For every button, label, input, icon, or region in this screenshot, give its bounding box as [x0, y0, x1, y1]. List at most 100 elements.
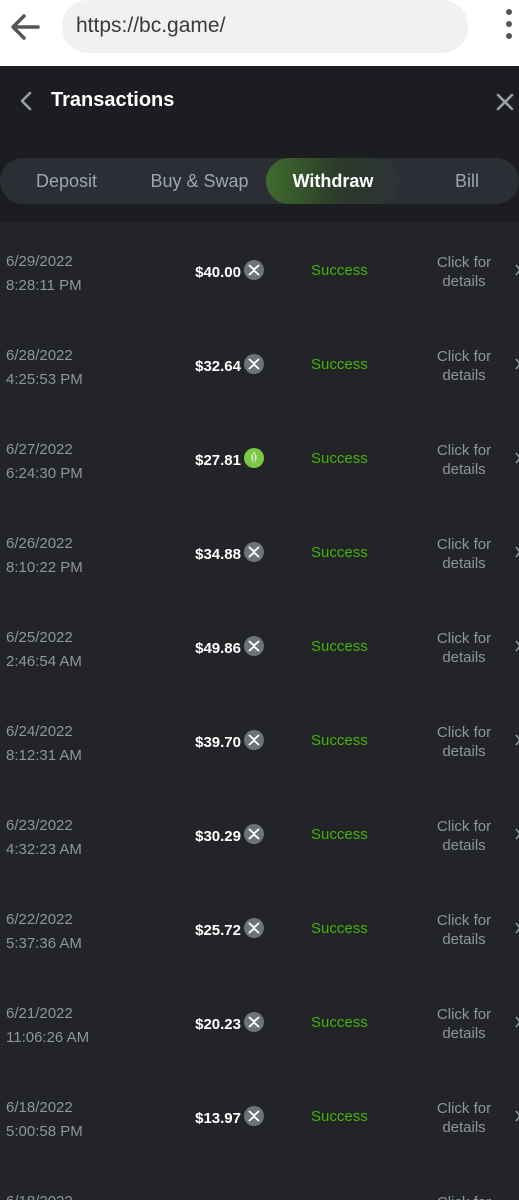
browser-menu-icon[interactable] [503, 6, 515, 46]
close-icon[interactable] [495, 92, 515, 112]
details-link-line2: details [442, 649, 486, 666]
transaction-amount: $13.97 [195, 1110, 241, 1127]
details-link[interactable]: Click for details [420, 253, 508, 291]
back-chevron-icon[interactable] [18, 90, 34, 112]
xrp-icon [244, 636, 264, 661]
xrp-icon [244, 354, 264, 379]
transaction-amount: $34.88 [195, 546, 241, 563]
green-coin-icon [244, 448, 264, 473]
transaction-time: 8:12:31 AM [6, 747, 82, 764]
details-link-line2: details [442, 461, 486, 478]
details-link-line2: details [442, 555, 486, 572]
tab-buy-swap[interactable]: Buy & Swap [133, 158, 266, 204]
status-badge: Success [311, 544, 368, 561]
details-link-line2: details [442, 931, 486, 948]
xrp-icon [244, 260, 264, 285]
transaction-amount-group: $13.97 [195, 1106, 264, 1131]
details-link[interactable]: Click for details [420, 911, 508, 949]
status-badge: Success [311, 920, 368, 937]
details-link[interactable]: Click for details [420, 441, 508, 479]
chevron-right-icon [515, 546, 519, 558]
transaction-time: 8:28:11 PM [6, 277, 82, 294]
chevron-right-icon [515, 264, 519, 276]
tab-withdraw[interactable]: Withdraw [266, 158, 400, 204]
transaction-date: 6/26/2022 [6, 535, 73, 552]
url-text: https://bc.game/ [76, 14, 226, 37]
transaction-time: 4:32:23 AM [6, 841, 82, 858]
details-link-line1: Click for [436, 442, 492, 459]
xrp-icon [244, 542, 264, 567]
transaction-amount-group: $40.00 [195, 260, 264, 285]
status-badge: Success [311, 1108, 368, 1125]
transaction-datetime: 6/26/2022 8:10:22 PM [6, 532, 83, 580]
details-link[interactable]: Click for details [420, 629, 508, 667]
transaction-amount: $32.64 [195, 358, 241, 375]
transaction-amount: $30.29 [195, 828, 241, 845]
details-link[interactable]: Click for [420, 1193, 508, 1200]
details-link[interactable]: Click for details [420, 1099, 508, 1137]
details-link-line1: Click for [436, 724, 492, 741]
details-link-line2: details [442, 367, 486, 384]
xrp-icon [244, 1106, 264, 1131]
chevron-right-icon [515, 828, 519, 840]
status-badge: Success [311, 262, 368, 279]
transaction-datetime: 6/18/2022 5:00:58 PM [6, 1096, 83, 1144]
transaction-row[interactable]: 6/27/2022 6:24:30 PM $27.81 Success Click fo… [0, 410, 519, 504]
transaction-amount-group: $39.70 [195, 730, 264, 755]
transaction-datetime: 6/22/2022 5:37:36 AM [6, 908, 82, 956]
browser-back-icon[interactable] [6, 8, 44, 46]
chevron-right-icon [515, 452, 519, 464]
transaction-datetime: 6/28/2022 4:25:53 PM [6, 344, 83, 392]
transaction-row[interactable]: 6/29/2022 8:28:11 PM $40.00 Success Click fo… [0, 222, 519, 316]
transaction-amount-group: $32.64 [195, 354, 264, 379]
transaction-row[interactable]: 6/28/2022 4:25:53 PM $32.64 Success Click fo… [0, 316, 519, 410]
details-link-line1: Click for [436, 536, 492, 553]
transaction-row[interactable]: 6/23/2022 4:32:23 AM $30.29 Success Click fo… [0, 786, 519, 880]
transaction-row[interactable]: 6/21/2022 11:06:26 AM $20.23 Success Click f… [0, 974, 519, 1068]
address-bar[interactable]: https://bc.game/ [62, 0, 468, 53]
chevron-right-icon [515, 734, 519, 746]
tab-bill[interactable]: Bill [400, 158, 519, 204]
details-link[interactable]: Click for details [420, 1005, 508, 1043]
details-link[interactable]: Click for details [420, 347, 508, 385]
details-link-line1: Click for [436, 1006, 492, 1023]
chevron-right-icon [515, 640, 519, 652]
tab-bar-container: Deposit Buy & Swap Withdraw Bill [0, 136, 519, 222]
transaction-datetime: 6/25/2022 2:46:54 AM [6, 626, 82, 674]
status-badge: Success [311, 826, 368, 843]
details-link-line1: Click for [436, 818, 492, 835]
transaction-time: 5:00:58 PM [6, 1123, 83, 1140]
details-link-line1: Click for [436, 630, 492, 647]
transaction-date: 6/18/2022 [6, 1190, 73, 1200]
chevron-right-icon [515, 922, 519, 934]
transaction-row[interactable]: 6/24/2022 8:12:31 AM $39.70 Success Click fo… [0, 692, 519, 786]
page-title: Transactions [51, 89, 175, 111]
details-link-line2: details [442, 1119, 486, 1136]
transaction-datetime: 6/27/2022 6:24:30 PM [6, 438, 83, 486]
details-link-line1: Click for [436, 254, 492, 271]
transaction-date: 6/29/2022 [6, 253, 73, 270]
details-link-line1: Click for [436, 1100, 492, 1117]
transaction-row[interactable]: 6/18/2022 Click for [0, 1162, 519, 1200]
transaction-date: 6/23/2022 [6, 817, 73, 834]
transaction-row[interactable]: 6/22/2022 5:37:36 AM $25.72 Success Click fo… [0, 880, 519, 974]
transaction-amount-group: $20.23 [195, 1012, 264, 1037]
details-link[interactable]: Click for details [420, 817, 508, 855]
details-link-line2: details [442, 1025, 486, 1042]
transaction-datetime: 6/24/2022 8:12:31 AM [6, 720, 82, 768]
transaction-row[interactable]: 6/26/2022 8:10:22 PM $34.88 Success Click fo… [0, 504, 519, 598]
details-link[interactable]: Click for details [420, 535, 508, 573]
xrp-icon [244, 730, 264, 755]
transaction-time: 8:10:22 PM [6, 559, 83, 576]
transaction-row[interactable]: 6/18/2022 5:00:58 PM $13.97 Success Click fo… [0, 1068, 519, 1162]
transaction-row[interactable]: 6/25/2022 2:46:54 AM $49.86 Success Click fo… [0, 598, 519, 692]
transaction-time: 2:46:54 AM [6, 653, 82, 670]
status-badge: Success [311, 356, 368, 373]
transaction-date: 6/21/2022 [6, 1005, 73, 1022]
transaction-amount: $25.72 [195, 922, 241, 939]
chevron-right-icon [515, 358, 519, 370]
tab-deposit[interactable]: Deposit [0, 158, 133, 204]
transaction-amount-group: $25.72 [195, 918, 264, 943]
transaction-amount: $20.23 [195, 1016, 241, 1033]
details-link[interactable]: Click for details [420, 723, 508, 761]
